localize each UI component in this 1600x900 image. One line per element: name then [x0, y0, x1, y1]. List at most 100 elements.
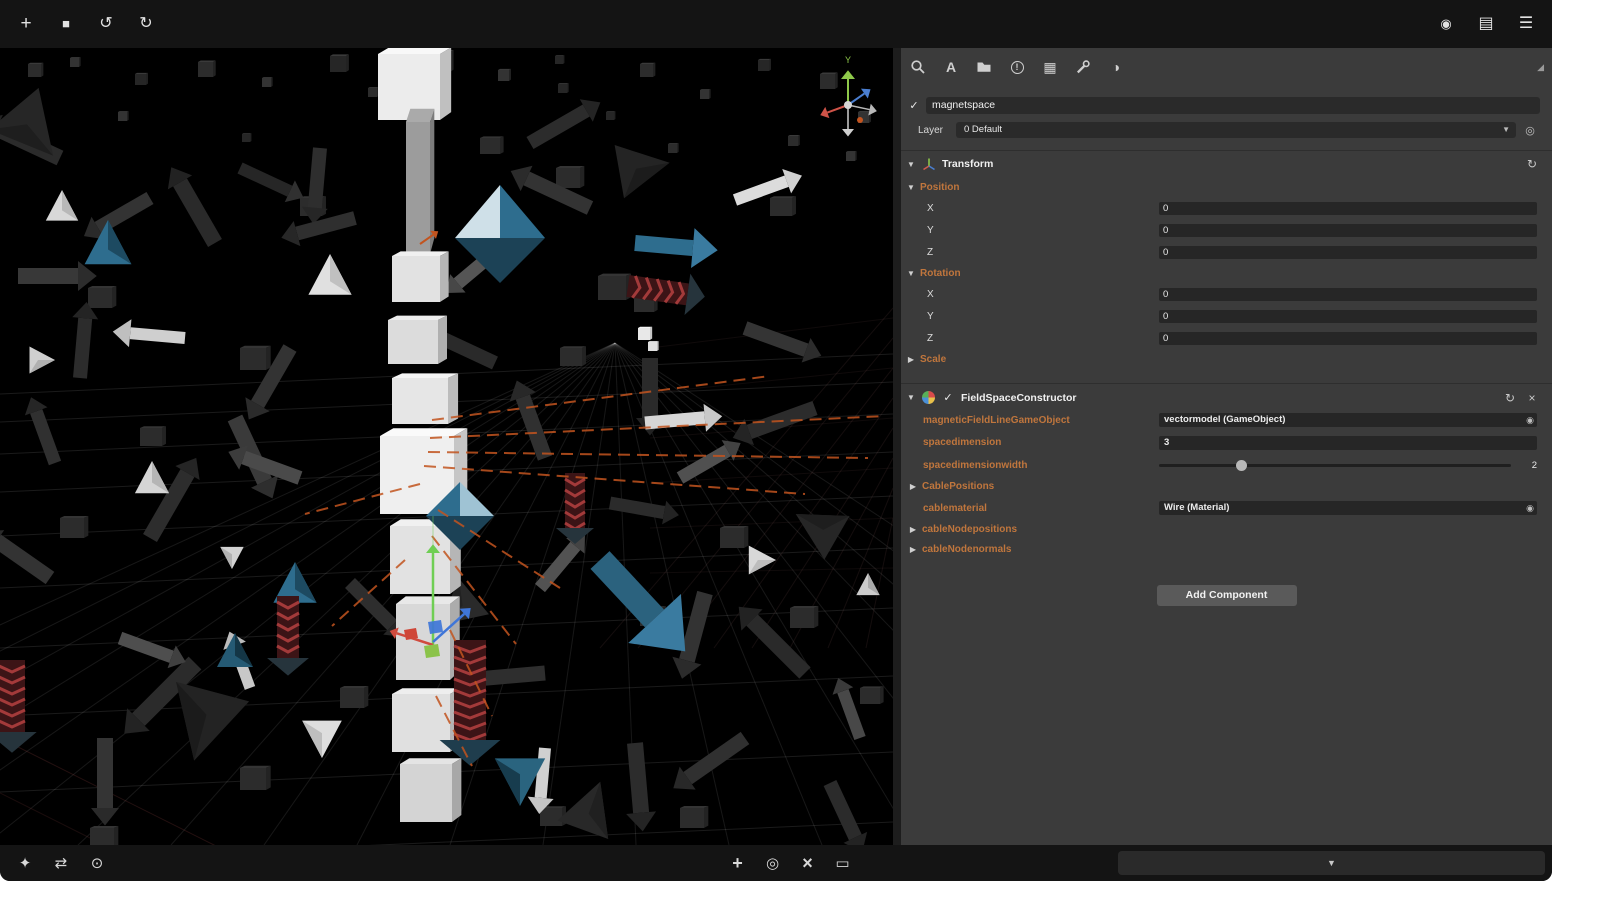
move-tool-icon[interactable]: + [727, 853, 749, 874]
rotation-y-value: 0 [1163, 311, 1168, 322]
inspector-panel: A ! ▦ ◑ ◢ ✓ magnetspace Layer 0 Default … [901, 48, 1552, 845]
reset-icon[interactable]: ↻ [1524, 157, 1540, 171]
position-foldout[interactable]: ▼ Position [901, 177, 1552, 197]
foldout-icon[interactable]: ▶ [908, 482, 918, 491]
number-field-value: 3 [1164, 437, 1169, 448]
spacedimensionwidth-slider[interactable]: 2 [1159, 460, 1537, 471]
cablematerial-object-field[interactable]: Wire (Material) ◉ [1159, 501, 1537, 515]
text-icon[interactable]: A [942, 58, 960, 76]
position-x-field[interactable]: 0 [1159, 202, 1537, 215]
info-icon[interactable]: ! [1008, 58, 1026, 76]
editor-window: + ■ ↺ ↻ ◉ ▤ ☰ Y A ! ▦ [0, 0, 1552, 881]
clock-icon[interactable]: ◑ [1107, 58, 1125, 76]
add-component-button[interactable]: Add Component [1157, 585, 1297, 606]
slider-value: 2 [1519, 460, 1537, 471]
position-y-field[interactable]: 0 [1159, 224, 1537, 237]
transform-header[interactable]: ▼ Transform ↻ [901, 151, 1552, 177]
chevron-down-icon: ▼ [1502, 122, 1510, 138]
cablepositions-foldout[interactable]: ▶ CablePositions [901, 477, 1552, 497]
rotation-x-row: X 0 [901, 283, 1552, 305]
active-checkbox[interactable]: ✓ [907, 99, 921, 112]
position-x-row: X 0 [901, 197, 1552, 219]
top-toolbar-left: + ■ ↺ ↻ [14, 12, 158, 36]
layer-settings-icon[interactable]: ◎ [1522, 124, 1538, 137]
scene-viewport[interactable]: Y [0, 48, 893, 845]
gizmo-y-label: Y [845, 55, 851, 65]
scale-foldout[interactable]: ▶ Scale [901, 349, 1552, 369]
component-title: Transform [942, 158, 993, 170]
axis-label: Y [927, 311, 1159, 322]
position-z-field[interactable]: 0 [1159, 246, 1537, 259]
foldout-icon[interactable]: ▶ [906, 355, 916, 364]
rotation-y-row: Y 0 [901, 305, 1552, 327]
gizmos-icon[interactable]: ✦ [14, 854, 36, 872]
position-label: Position [920, 182, 959, 193]
object-field-value: Wire (Material) [1164, 502, 1229, 513]
rotation-x-field[interactable]: 0 [1159, 288, 1537, 301]
foldout-icon[interactable]: ▼ [906, 269, 916, 278]
slider-track[interactable] [1159, 464, 1511, 467]
position-z-value: 0 [1163, 247, 1168, 258]
script-icon [922, 391, 935, 404]
cablenodenormals-foldout[interactable]: ▶ cableNodenormals [901, 539, 1552, 559]
layer-label: Layer [918, 125, 952, 136]
scale-label: Scale [920, 354, 946, 365]
top-toolbar-right: ◉ ▤ ☰ [1434, 12, 1538, 36]
object-picker-icon[interactable]: ◉ [1526, 413, 1534, 427]
rect-tool-icon[interactable]: ▭ [832, 854, 854, 872]
slider-handle[interactable] [1236, 460, 1247, 471]
axis-label: Z [927, 247, 1159, 258]
remove-component-icon[interactable]: × [1524, 391, 1540, 405]
rotation-y-field[interactable]: 0 [1159, 310, 1537, 323]
property-label: cableNodenormals [922, 544, 1011, 555]
record-icon[interactable]: ◉ [1434, 12, 1458, 36]
rotation-foldout[interactable]: ▼ Rotation [901, 263, 1552, 283]
property-row: spacedimensionwidth 2 [901, 454, 1552, 477]
gizmo-tool-buttons: + ◎ × ▭ [727, 845, 854, 881]
foldout-icon[interactable]: ▼ [906, 183, 916, 192]
spacedimension-field[interactable]: 3 [1159, 436, 1537, 450]
menu-icon[interactable]: ☰ [1514, 12, 1538, 36]
property-row: cablematerial Wire (Material) ◉ [901, 497, 1552, 520]
position-y-row: Y 0 [901, 219, 1552, 241]
redo-icon[interactable]: ↻ [134, 12, 158, 36]
cube-icon[interactable]: ■ [54, 12, 78, 36]
axis-label: Y [927, 225, 1159, 236]
chevron-down-icon: ▼ [1327, 858, 1336, 868]
resize-corner-icon[interactable]: ◢ [1537, 62, 1544, 73]
rotate-tool-icon[interactable]: ◎ [762, 854, 784, 872]
undo-icon[interactable]: ↺ [94, 12, 118, 36]
wrench-icon[interactable] [1074, 58, 1092, 76]
gameobject-header: ✓ magnetspace [907, 97, 1540, 114]
search-icon[interactable] [909, 58, 927, 76]
magneticfieldline-object-field[interactable]: vectormodel (GameObject) ◉ [1159, 413, 1537, 427]
rotation-x-value: 0 [1163, 289, 1168, 300]
gameobject-name-field[interactable]: magnetspace [926, 97, 1540, 114]
layer-dropdown[interactable]: 0 Default ▼ [956, 122, 1516, 138]
rotation-z-field[interactable]: 0 [1159, 332, 1537, 345]
foldout-icon[interactable]: ▼ [906, 393, 916, 402]
inspector-toolbar: A ! ▦ ◑ ◢ [901, 48, 1552, 84]
fieldspaceconstructor-header[interactable]: ▼ ✓ FieldSpaceConstructor ↻ × [901, 383, 1552, 409]
reset-icon[interactable]: ↻ [1502, 391, 1518, 405]
hierarchy-dropdown[interactable]: ▼ [1118, 851, 1545, 875]
grid-icon[interactable]: ▦ [1041, 58, 1059, 76]
library-icon[interactable]: ▤ [1474, 12, 1498, 36]
scale-tool-icon[interactable]: × [797, 853, 819, 874]
folder-icon[interactable] [975, 58, 993, 76]
foldout-icon[interactable]: ▶ [908, 525, 918, 534]
layer-row: Layer 0 Default ▼ ◎ [918, 122, 1538, 138]
light-icon[interactable]: ⊙ [86, 854, 108, 872]
property-label: cablematerial [923, 503, 1159, 514]
snap-icon[interactable]: ⇄ [50, 854, 72, 872]
property-label: CablePositions [922, 481, 994, 492]
foldout-icon[interactable]: ▼ [906, 160, 916, 169]
property-label: cableNodepositions [922, 524, 1017, 535]
add-icon[interactable]: + [14, 12, 38, 36]
object-picker-icon[interactable]: ◉ [1526, 501, 1534, 515]
cablenodepositions-foldout[interactable]: ▶ cableNodepositions [901, 519, 1552, 539]
component-enabled-checkbox[interactable]: ✓ [941, 391, 955, 404]
position-y-value: 0 [1163, 225, 1168, 236]
top-toolbar: + ■ ↺ ↻ ◉ ▤ ☰ [0, 0, 1552, 48]
foldout-icon[interactable]: ▶ [908, 545, 918, 554]
